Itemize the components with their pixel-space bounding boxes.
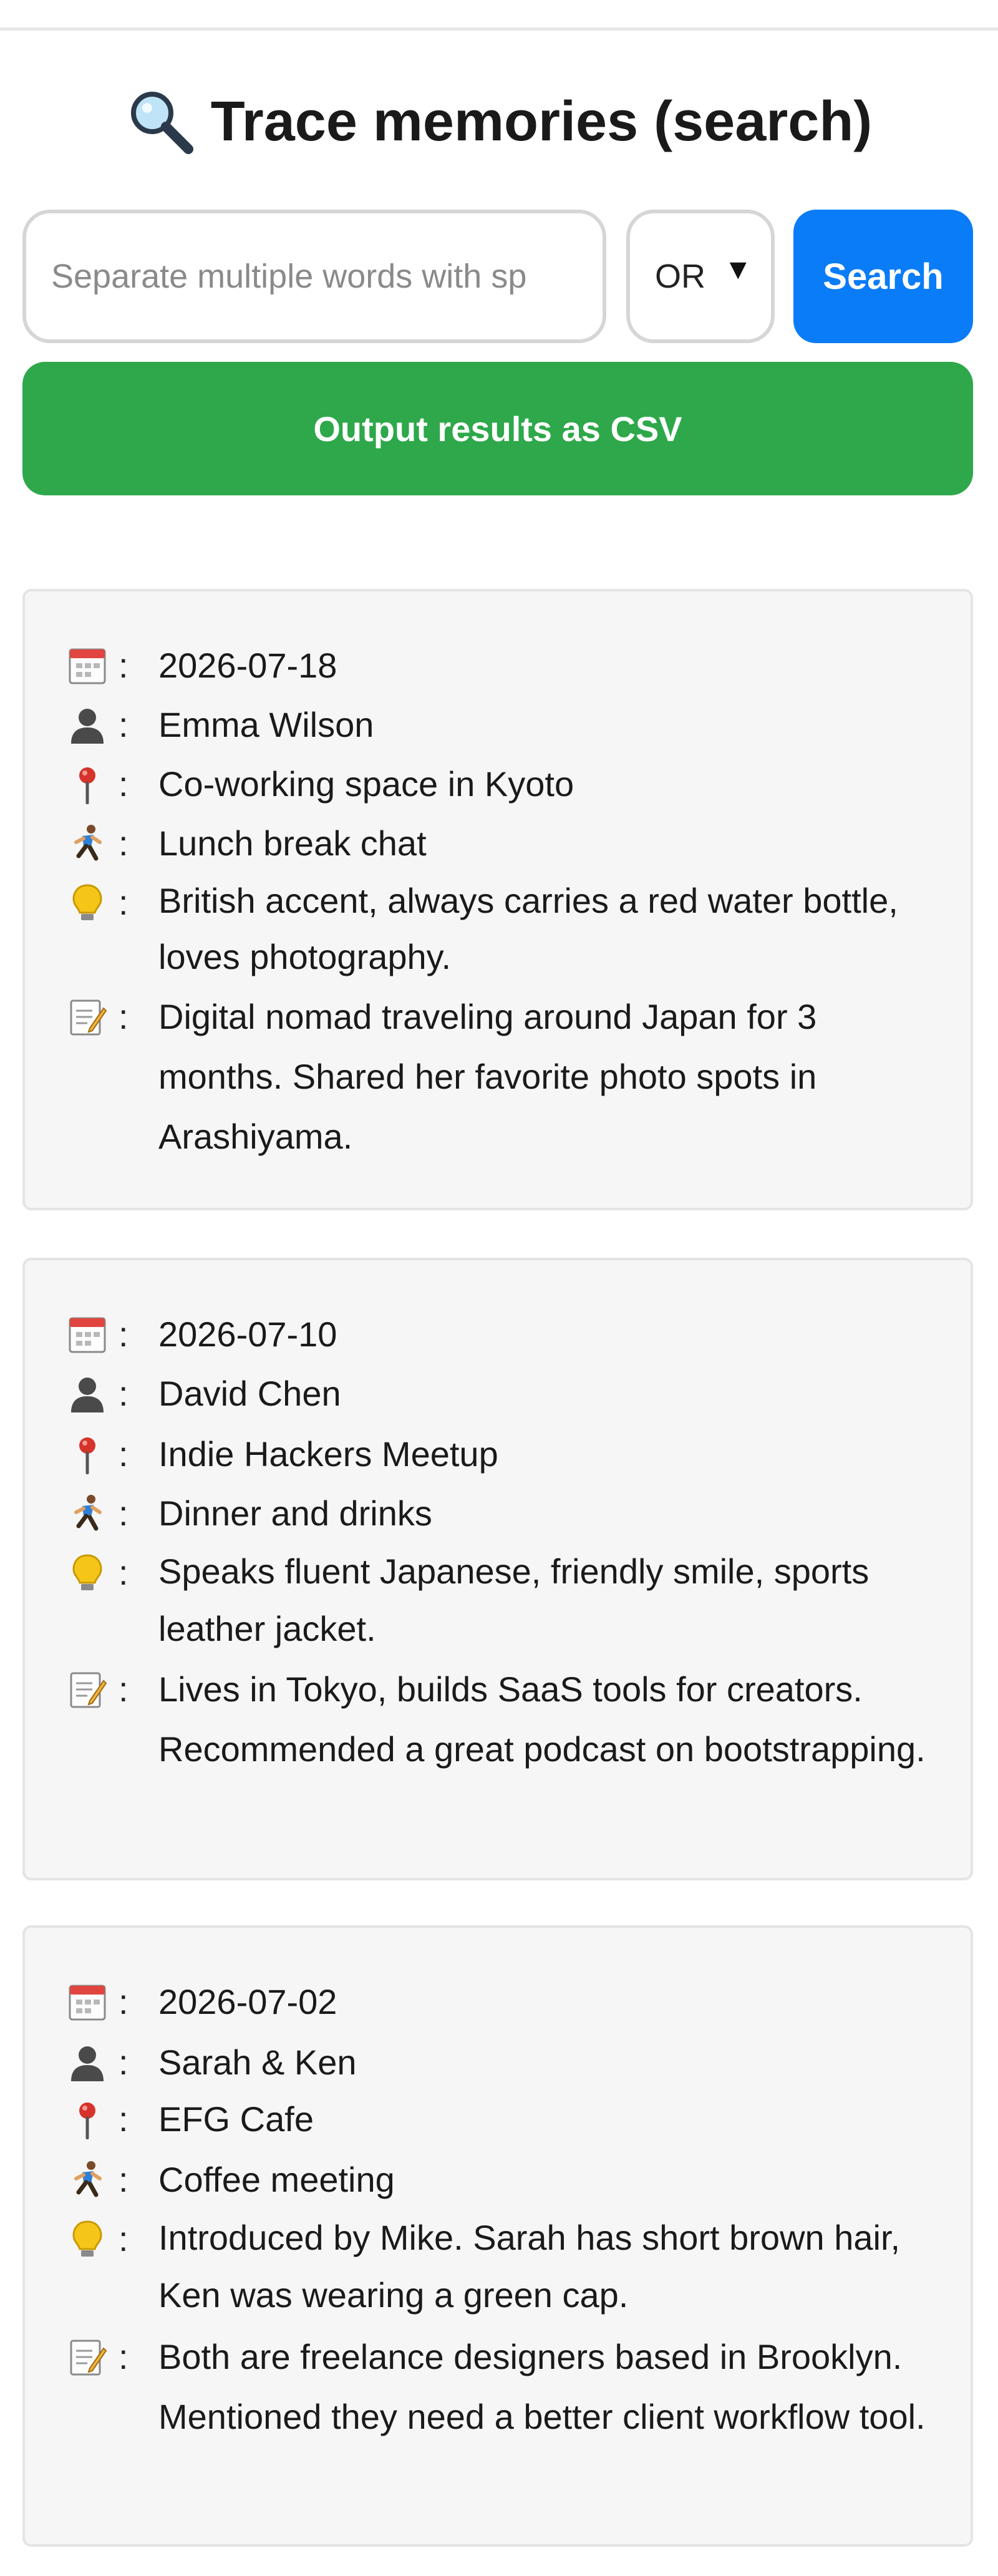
memory-notes: Lives in Tokyo, builds SaaS tools for cr…	[158, 1670, 926, 1769]
search-button-label: Search	[823, 256, 944, 297]
pin-icon	[67, 2099, 107, 2139]
runner-icon	[67, 824, 107, 863]
lightbulb-icon	[67, 883, 107, 923]
memory-place: Co-working space in Kyoto	[158, 764, 574, 804]
dropdown-caret-icon: ▼	[724, 253, 752, 285]
memory-person: Emma Wilson	[158, 705, 374, 744]
csv-export-button[interactable]: Output results as CSV	[22, 362, 973, 495]
pin-icon	[67, 764, 107, 804]
memory-occasion: Lunch break chat	[158, 824, 427, 863]
memory-features: Introduced by Mike. Sarah has short brow…	[158, 2218, 901, 2315]
person-icon	[67, 2043, 107, 2083]
search-button[interactable]: Search	[793, 210, 973, 343]
calendar-icon	[67, 1982, 107, 2022]
calendar-icon	[67, 646, 107, 686]
memory-person: Sarah & Ken	[158, 2043, 357, 2082]
memory-notes: Both are freelance designers based in Br…	[158, 2337, 926, 2436]
memory-occasion: Dinner and drinks	[158, 1494, 432, 1533]
pin-icon	[67, 1434, 107, 1474]
person-icon	[67, 1374, 107, 1414]
lightbulb-icon	[67, 1553, 107, 1593]
page-title: Trace memories (search)	[0, 87, 998, 160]
memory-date: 2026-07-10	[158, 1315, 337, 1354]
memory-person: David Chen	[158, 1374, 341, 1413]
person-icon	[67, 705, 107, 745]
memo-icon	[67, 2337, 107, 2377]
memo-icon	[67, 1670, 107, 1709]
memory-occasion: Coffee meeting	[158, 2160, 395, 2199]
operator-select[interactable]: OR ▼	[626, 210, 775, 343]
operator-select-value: OR	[655, 258, 705, 295]
memory-card: : 2026-07-18 : Emma Wilson : Co-working …	[22, 589, 973, 1210]
magnifier-icon	[126, 87, 196, 157]
memory-place: Indie Hackers Meetup	[158, 1434, 498, 1474]
memory-features: Speaks fluent Japanese, friendly smile, …	[158, 1552, 870, 1648]
memory-features: British accent, always carries a red wat…	[158, 881, 898, 976]
runner-icon	[67, 2160, 107, 2200]
memory-card: : 2026-07-02 : Sarah & Ken : EFG Cafe : …	[22, 1925, 973, 2547]
memo-icon	[67, 997, 107, 1037]
search-input[interactable]	[22, 210, 606, 343]
memory-date: 2026-07-18	[158, 646, 337, 685]
runner-icon	[67, 1494, 107, 1533]
memory-place: EFG Cafe	[158, 2099, 314, 2139]
memory-notes: Digital nomad traveling around Japan for…	[158, 997, 817, 1156]
page-title-text: Trace memories (search)	[210, 90, 873, 153]
top-divider	[0, 27, 998, 31]
calendar-icon	[67, 1315, 107, 1354]
memory-card: : 2026-07-10 : David Chen : Indie Hacker…	[22, 1258, 973, 1880]
lightbulb-icon	[67, 2219, 107, 2259]
memory-date: 2026-07-02	[158, 1982, 337, 2021]
csv-export-button-label: Output results as CSV	[313, 409, 682, 449]
